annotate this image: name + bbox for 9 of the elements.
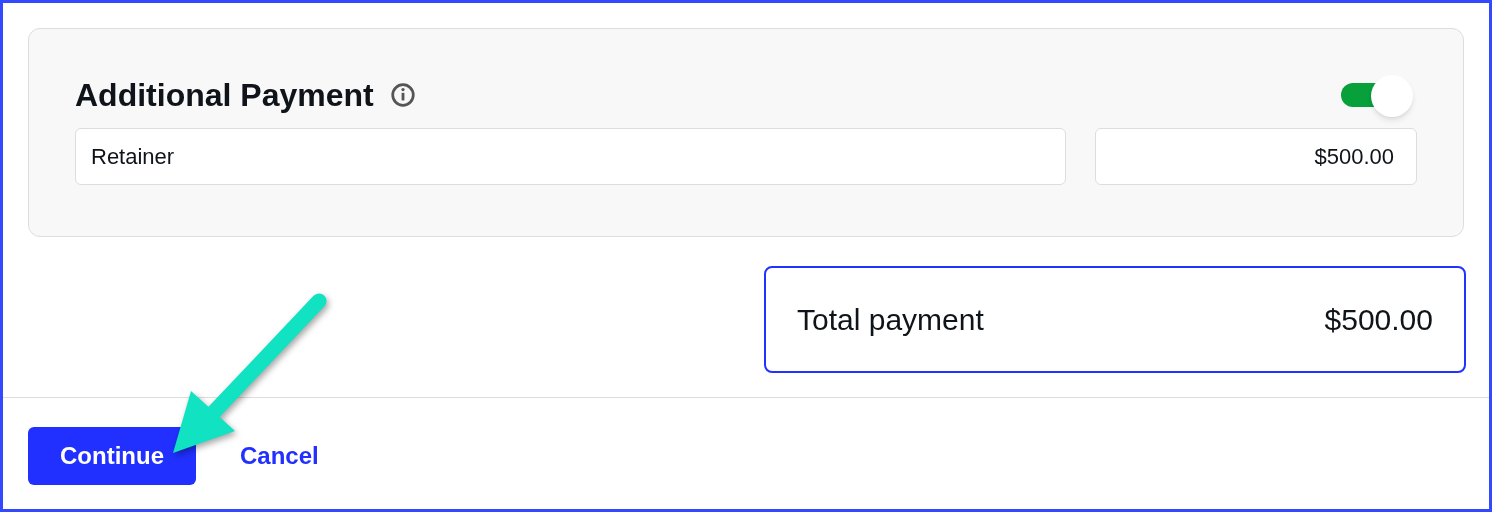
cancel-link[interactable]: Cancel xyxy=(240,438,319,474)
card-title: Additional Payment xyxy=(75,76,374,115)
amount-field[interactable]: $500.00 xyxy=(1095,128,1417,185)
toggle-switch[interactable] xyxy=(1341,75,1413,115)
description-field[interactable]: Retainer xyxy=(75,128,1066,185)
total-label: Total payment xyxy=(797,302,984,338)
continue-button[interactable]: Continue xyxy=(28,427,196,485)
total-amount: $500.00 xyxy=(1324,302,1433,338)
info-icon[interactable] xyxy=(389,82,416,108)
